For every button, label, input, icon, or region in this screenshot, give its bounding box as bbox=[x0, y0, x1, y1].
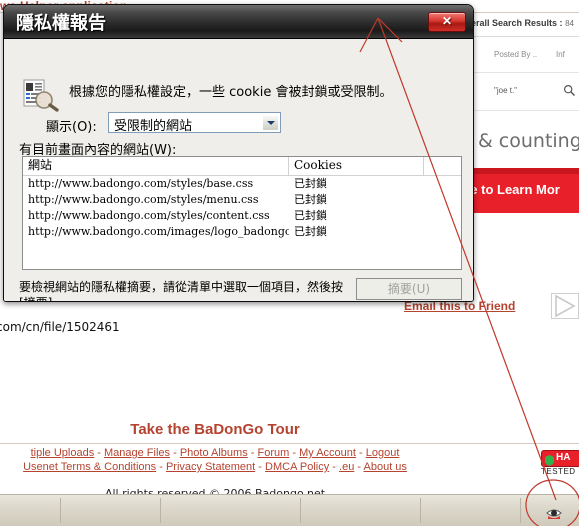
listview-rows: http://www.badongo.com/styles/base.css 已… bbox=[23, 176, 461, 240]
info-header: Inf bbox=[556, 50, 565, 59]
show-label: 顯示(O): bbox=[46, 120, 97, 135]
cell-cookies: 已封鎖 bbox=[294, 209, 327, 222]
privacy-report-icon bbox=[22, 79, 60, 113]
table-row[interactable]: http://www.badongo.com/images/logo_badon… bbox=[23, 224, 461, 240]
footer-link[interactable]: Forum bbox=[258, 447, 290, 459]
search-icon[interactable] bbox=[563, 84, 576, 97]
column-header-cookies[interactable]: Cookies bbox=[289, 157, 424, 175]
sep: - bbox=[258, 461, 262, 473]
taskbar-divider bbox=[160, 498, 161, 523]
privacy-report-dialog[interactable]: 隱私權報告 ✕ 根據您的隱私權設定，一些 cookie 會被封鎖或受限制。 顯示… bbox=[3, 4, 474, 302]
summary-hint-text: 要檢視網站的隱私權摘要，請從清單中選取一個項目，然後按 [摘要]。 bbox=[19, 280, 344, 301]
windows-taskbar[interactable] bbox=[0, 494, 579, 526]
footer-link[interactable]: Usenet Terms & Conditions bbox=[23, 461, 156, 473]
footer-link[interactable]: About us bbox=[364, 461, 407, 473]
cell-site: http://www.badongo.com/styles/menu.css bbox=[28, 193, 259, 206]
footer-link[interactable]: tiple Uploads bbox=[31, 447, 95, 459]
sep: - bbox=[97, 447, 101, 459]
divider bbox=[466, 36, 579, 37]
sites-listview[interactable]: 網站 Cookies http://www.badongo.com/styles… bbox=[22, 156, 462, 270]
listview-header: 網站 Cookies bbox=[23, 157, 461, 176]
sep: - bbox=[332, 461, 336, 473]
footer-link[interactable]: .eu bbox=[339, 461, 354, 473]
dialog-titlebar[interactable]: 隱私權報告 ✕ bbox=[4, 5, 473, 39]
footer-links-row-1: tiple Uploads - Manage Files - Photo Alb… bbox=[0, 447, 430, 459]
taskbar-divider bbox=[520, 498, 521, 523]
table-row[interactable]: http://www.badongo.com/styles/base.css 已… bbox=[23, 176, 461, 192]
dialog-body: 根據您的隱私權設定，一些 cookie 會被封鎖或受限制。 顯示(O): 受限制… bbox=[4, 39, 473, 301]
search-results-label: verall Search Results : bbox=[466, 18, 563, 28]
chevron-down-icon[interactable] bbox=[262, 114, 279, 131]
search-results-count: 84 bbox=[565, 19, 574, 28]
badge-label: HA bbox=[556, 452, 571, 463]
footer-link[interactable]: Logout bbox=[366, 447, 400, 459]
sep: - bbox=[250, 447, 255, 459]
column-header-site[interactable]: 網站 bbox=[23, 157, 289, 175]
summary-button[interactable]: 摘要(U) bbox=[356, 278, 462, 300]
close-glyph: ✕ bbox=[441, 14, 453, 28]
shield-icon bbox=[545, 453, 554, 466]
taskbar-divider bbox=[420, 498, 421, 523]
cell-cookies: 已封鎖 bbox=[294, 193, 327, 206]
sep: - bbox=[173, 447, 177, 459]
footer-link[interactable]: Manage Files bbox=[104, 447, 170, 459]
footer-links-row-2: Usenet Terms & Conditions - Privacy Stat… bbox=[0, 461, 430, 473]
cell-site: http://www.badongo.com/styles/content.cs… bbox=[28, 209, 270, 222]
search-results-summary: verall Search Results : 84 Sor bbox=[466, 18, 579, 32]
cell-site: http://www.badongo.com/images/logo_badon… bbox=[28, 225, 289, 238]
tour-heading: Take the BaDonGo Tour bbox=[130, 421, 300, 438]
divider bbox=[466, 110, 579, 111]
show-dropdown[interactable]: 受限制的網站 bbox=[108, 112, 281, 134]
counting-text: s & counting bbox=[462, 130, 579, 152]
sep: - bbox=[292, 447, 297, 459]
eye-tray-icon[interactable] bbox=[546, 506, 562, 520]
file-url-text: com/cn/file/1502461 bbox=[0, 320, 120, 334]
taskbar-divider bbox=[300, 498, 301, 523]
footer-link[interactable]: My Account bbox=[299, 447, 356, 459]
divider bbox=[466, 72, 579, 73]
cell-cookies: 已封鎖 bbox=[294, 225, 327, 238]
hackersafe-badge[interactable]: HA bbox=[541, 450, 579, 467]
footer-divider bbox=[0, 443, 579, 444]
cell-site: http://www.badongo.com/styles/base.css bbox=[28, 177, 254, 190]
sep: - bbox=[159, 461, 163, 473]
dialog-title: 隱私權報告 bbox=[16, 13, 106, 33]
sep: - bbox=[357, 461, 362, 473]
footer-link[interactable]: Photo Albums bbox=[180, 447, 248, 459]
sep: - bbox=[359, 447, 363, 459]
learn-more-banner[interactable]: ere to Learn Mor bbox=[466, 168, 579, 213]
table-row[interactable]: http://www.badongo.com/styles/content.cs… bbox=[23, 208, 461, 224]
cell-cookies: 已封鎖 bbox=[294, 177, 327, 190]
footer-link[interactable]: DMCA Policy bbox=[265, 461, 329, 473]
column-header-extra[interactable] bbox=[424, 157, 461, 175]
next-arrow-icon[interactable] bbox=[551, 293, 579, 319]
badge-sub-label: TESTED bbox=[541, 467, 576, 476]
banner-label: ere to Learn Mor bbox=[466, 182, 560, 197]
table-row[interactable]: http://www.badongo.com/styles/menu.css 已… bbox=[23, 192, 461, 208]
footer-link[interactable]: Privacy Statement bbox=[166, 461, 255, 473]
dialog-intro-text: 根據您的隱私權設定，一些 cookie 會被封鎖或受限制。 bbox=[69, 85, 393, 100]
close-icon[interactable]: ✕ bbox=[428, 12, 466, 32]
show-dropdown-value: 受限制的網站 bbox=[114, 119, 193, 134]
taskbar-divider bbox=[60, 498, 61, 523]
banner-top-shade bbox=[466, 168, 579, 174]
